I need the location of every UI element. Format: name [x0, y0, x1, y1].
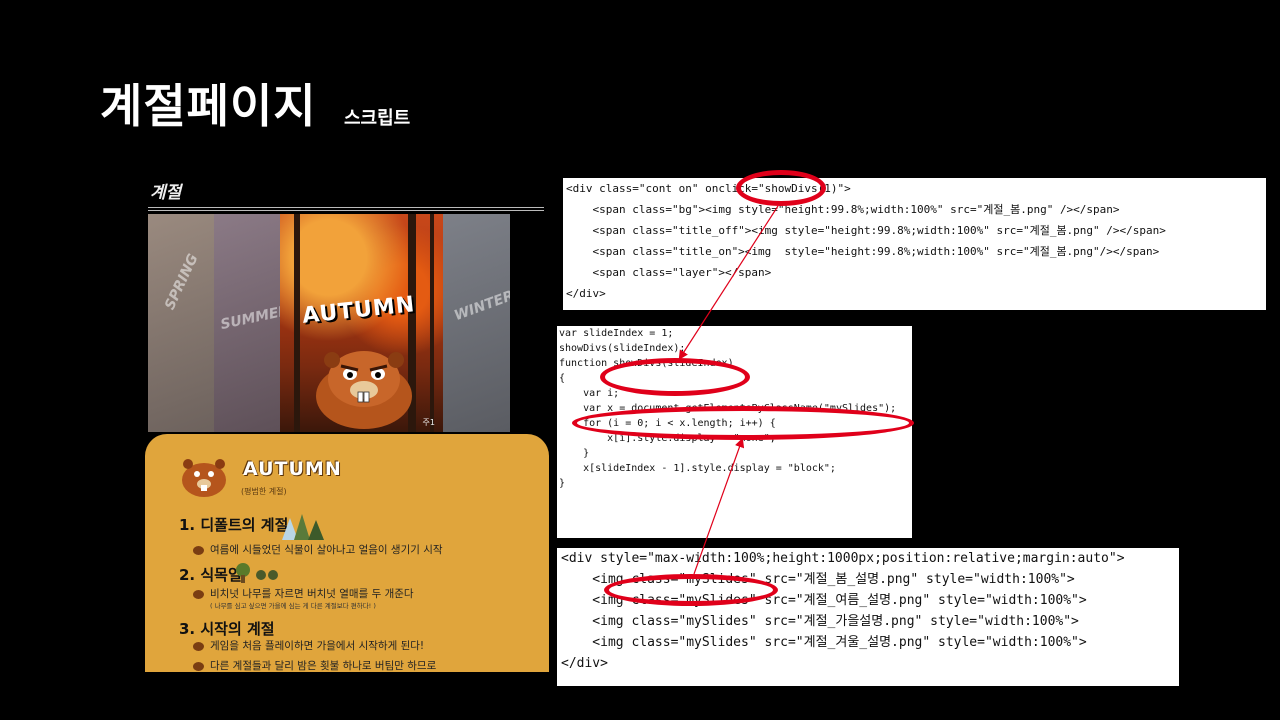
connector-arrows — [678, 205, 779, 575]
arrow-onclick-to-function — [678, 205, 779, 361]
arrow-myslides-to-getelements — [693, 437, 745, 575]
